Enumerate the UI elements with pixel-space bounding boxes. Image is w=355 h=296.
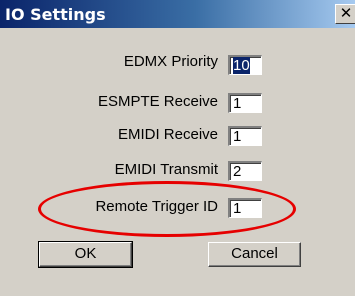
emidi-transmit-label: EMIDI Transmit [114, 161, 218, 178]
edmx-priority-label: EDMX Priority [123, 53, 218, 70]
cancel-button[interactable]: Cancel [208, 242, 301, 267]
emidi-receive-value: 1 [233, 128, 242, 145]
esmpte-receive-field[interactable]: 1 [228, 93, 262, 113]
emidi-transmit-field[interactable]: 2 [228, 161, 262, 181]
edmx-priority-value: 10 [233, 57, 250, 74]
esmpte-receive-value: 1 [233, 95, 242, 112]
window-title: IO Settings [5, 5, 106, 24]
emidi-transmit-value: 2 [233, 163, 242, 180]
esmpte-receive-label: ESMPTE Receive [97, 93, 218, 110]
emidi-receive-label: EMIDI Receive [117, 126, 218, 143]
emidi-receive-field[interactable]: 1 [228, 126, 262, 146]
ok-button[interactable]: OK [38, 241, 133, 268]
remote-trigger-id-value: 1 [233, 200, 242, 217]
close-icon: ✕ [339, 4, 353, 22]
remote-trigger-id-field[interactable]: 1 [228, 198, 262, 218]
close-button[interactable]: ✕ [335, 4, 355, 24]
title-bar[interactable]: IO Settings ✕ [0, 0, 355, 28]
edmx-priority-field[interactable]: 10 [228, 55, 262, 75]
dialog-body: EDMX Priority 10 ESMPTE Receive 1 EMIDI … [0, 28, 355, 296]
remote-trigger-id-label: Remote Trigger ID [95, 198, 218, 215]
